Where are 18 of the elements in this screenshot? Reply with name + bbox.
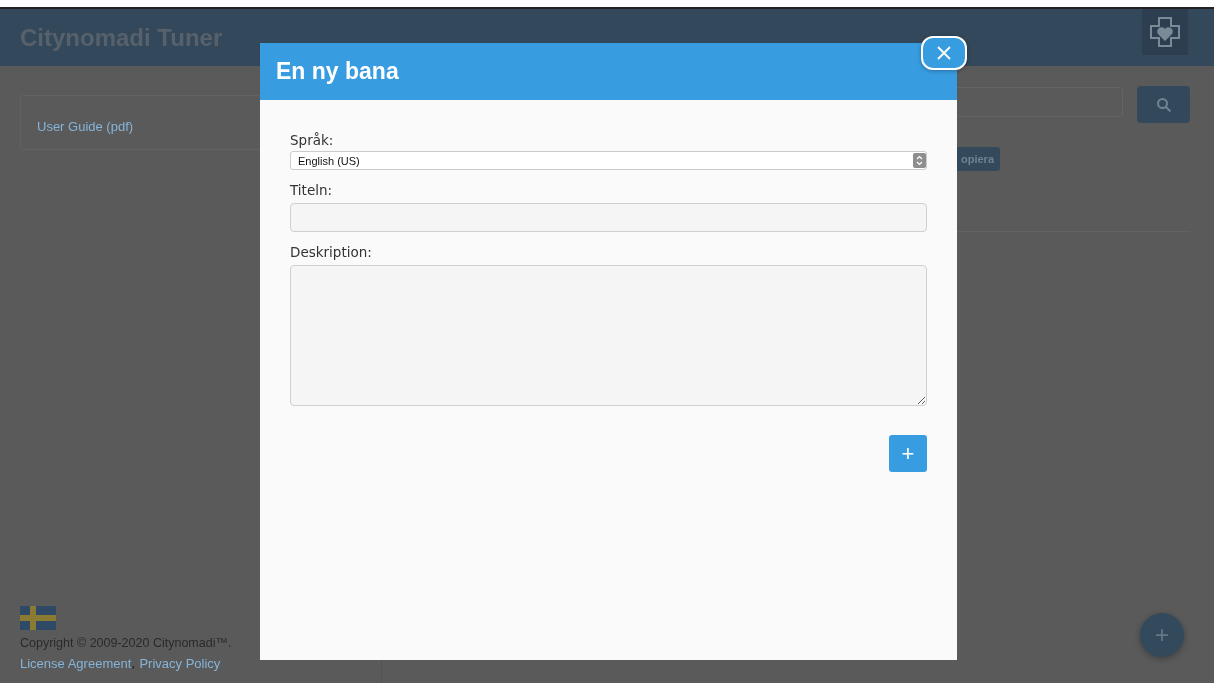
user-guide-link[interactable]: User Guide (pdf) <box>37 119 134 134</box>
language-select[interactable]: English (US) <box>290 151 927 170</box>
title-input[interactable] <box>290 203 927 232</box>
copy-button[interactable]: opiera <box>955 147 1000 171</box>
dialog-title: En ny bana <box>276 58 399 85</box>
field-label: Titeln: <box>290 182 334 198</box>
close-button[interactable] <box>921 36 967 70</box>
add-fab-button[interactable]: + <box>1140 613 1184 657</box>
separator-text: , <box>131 656 136 671</box>
swedish-flag-icon[interactable] <box>20 606 56 630</box>
add-button[interactable]: + <box>889 435 927 472</box>
updown-arrows-icon <box>913 153 926 168</box>
field-label: Språk: <box>290 132 335 148</box>
close-icon <box>937 46 951 60</box>
footer-link[interactable]: Privacy Policy <box>139 656 221 671</box>
field-label: Deskription: <box>290 244 373 260</box>
search-button[interactable] <box>1137 86 1190 123</box>
search-icon <box>1155 96 1172 113</box>
